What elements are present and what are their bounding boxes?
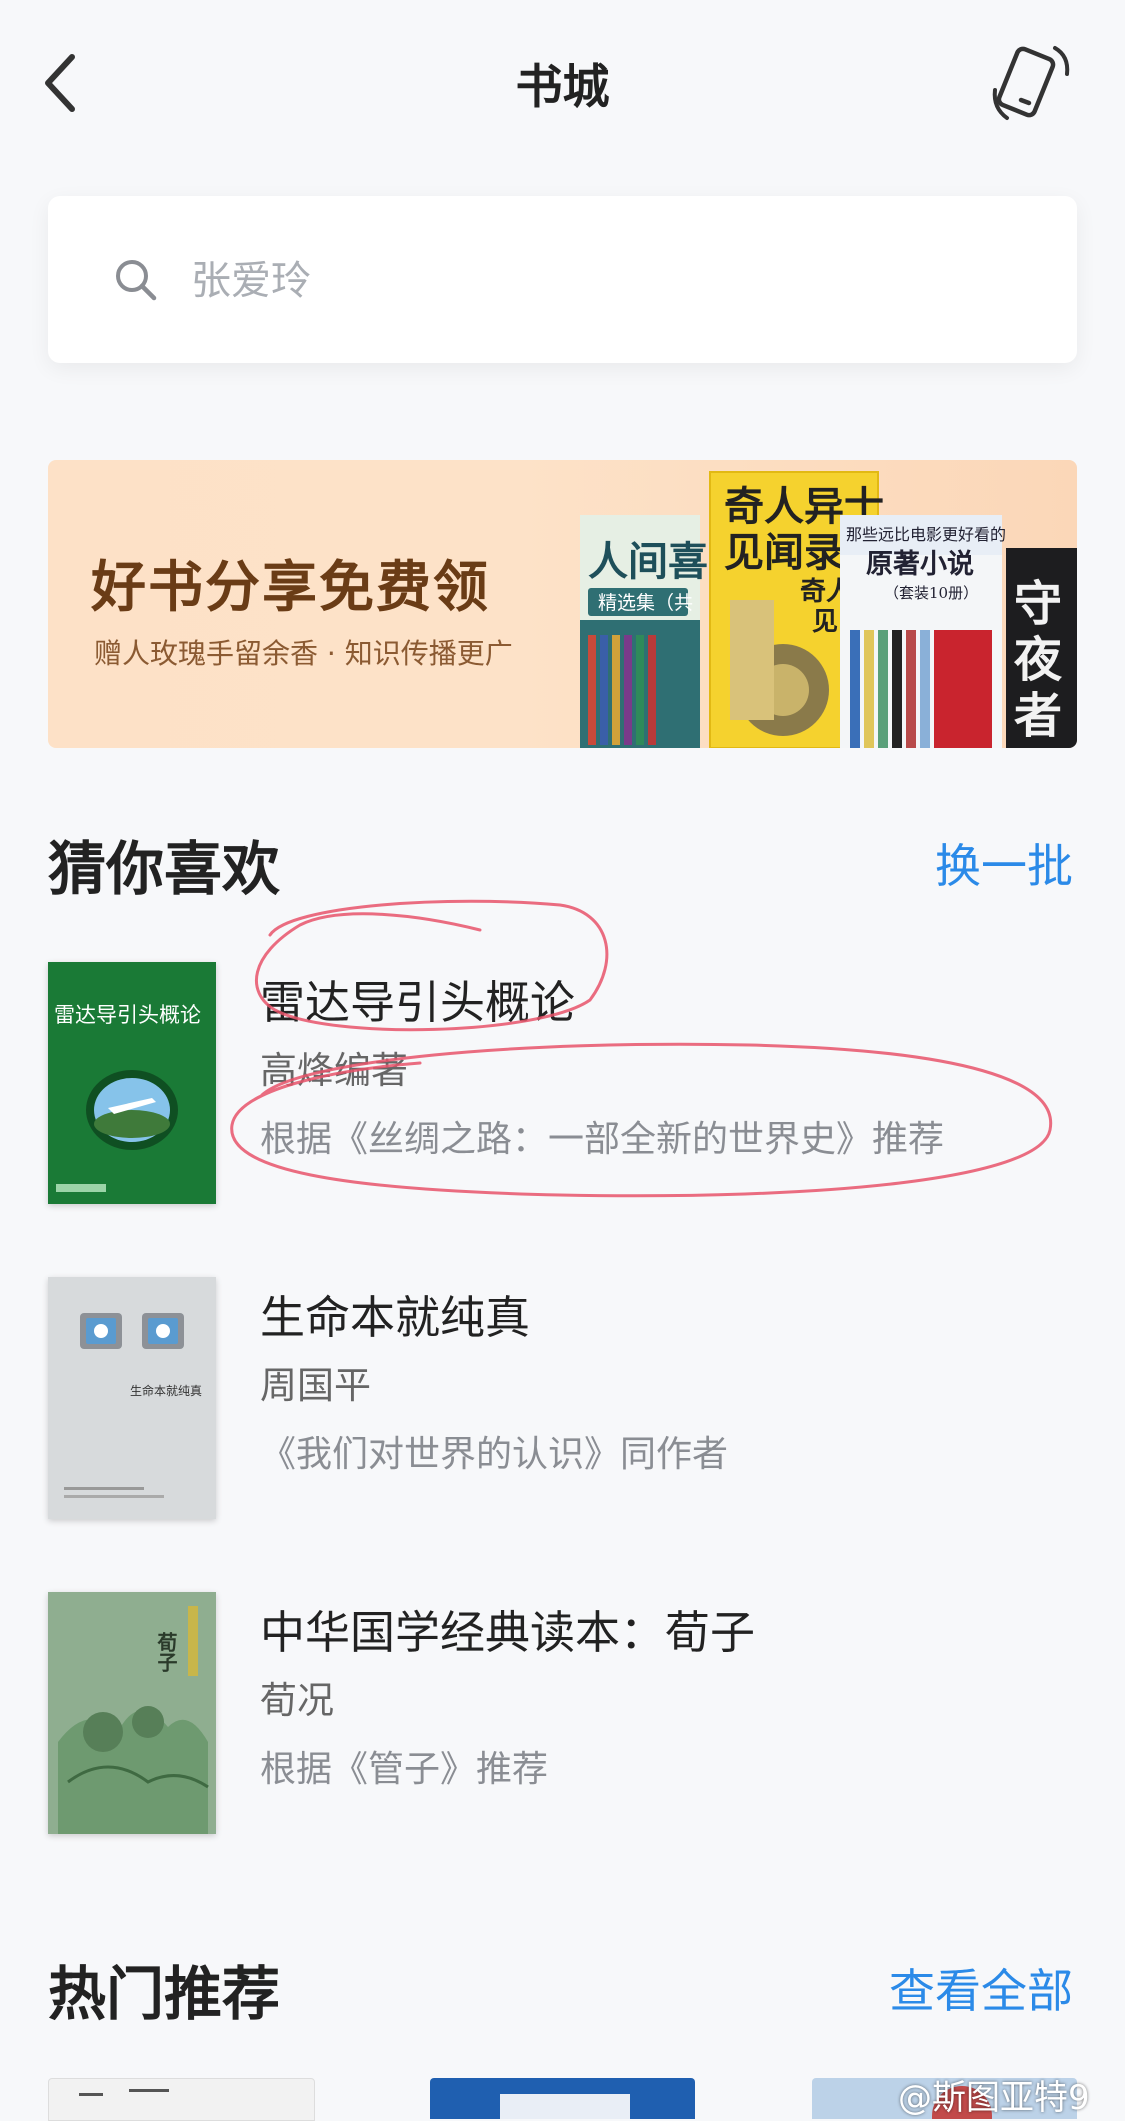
book-reason: 根据《管子》推荐 xyxy=(260,1749,549,1790)
banner-subtitle: 赠人玫瑰手留余香 · 知识传播更广 xyxy=(94,637,513,670)
book-title: 中华国学经典读本：荀子 xyxy=(260,1606,756,1659)
banner-books-image: 人间喜 精选集（共 奇人异士 见闻录 奇人 见 那些远比电影更好看的 原著小说 … xyxy=(580,471,1077,748)
promo-banner[interactable]: 好书分享免费领 赠人玫瑰手留余香 · 知识传播更广 人间喜 精选集（共 奇人异士… xyxy=(48,460,1077,748)
banner-book-text: 人间喜 xyxy=(588,538,708,585)
hot-book-cover[interactable] xyxy=(430,2078,695,2119)
phone-rotate-icon xyxy=(992,46,1070,120)
banner-book-text: 那些远比电影更好看的 xyxy=(846,525,1006,544)
book-item[interactable]: 生命本就纯真 生命本就纯真 周国平 《我们对世界的认识》同作者 xyxy=(48,1277,1078,1522)
banner-book-text: （套装10册） xyxy=(884,584,978,602)
phone-rotate-button[interactable] xyxy=(985,38,1075,128)
banner-book-text: 精选集（共 xyxy=(598,592,693,614)
book-cover: 雷达导引头概论 xyxy=(48,962,216,1204)
book-author: 周国平 xyxy=(260,1364,371,1407)
book-reason: 《我们对世界的认识》同作者 xyxy=(260,1434,729,1475)
banner-book-text: 原著小说 xyxy=(866,549,974,580)
book-item[interactable]: 雷达导引头概论 雷达导引头概论 高烽编著 根据《丝绸之路：一部全新的世界史》推荐 xyxy=(48,962,1078,1207)
search-placeholder: 张爱玲 xyxy=(191,258,311,304)
book-cover: 生命本就纯真 xyxy=(48,1277,216,1519)
banner-book-text: 守 xyxy=(1014,576,1062,632)
book-cover: 荀子 xyxy=(48,1592,216,1834)
hot-section-title: 热门推荐 xyxy=(48,1960,281,2028)
watermark: @斯图亚特9 xyxy=(898,2078,1090,2118)
search-bar[interactable]: 张爱玲 xyxy=(48,196,1077,363)
book-title: 雷达导引头概论 xyxy=(260,976,576,1029)
banner-book-text: 见闻录 xyxy=(724,529,844,576)
view-all-link[interactable]: 查看全部 xyxy=(889,1955,1073,2021)
banner-book-text: 夜 xyxy=(1013,632,1063,688)
nav-bar: 书城 xyxy=(0,0,1125,165)
book-author: 高烽编著 xyxy=(260,1049,408,1092)
cover-title: 荀子 xyxy=(154,1631,178,1672)
book-item[interactable]: 荀子 中华国学经典读本：荀子 荀况 根据《管子》推荐 xyxy=(48,1592,1078,1837)
banner-book-text: 者 xyxy=(1014,688,1062,744)
recommend-section-title: 猜你喜欢 xyxy=(48,835,281,903)
book-author: 荀况 xyxy=(260,1679,334,1722)
banner-title: 好书分享免费领 xyxy=(91,554,491,619)
cover-title: 雷达导引头概论 xyxy=(54,1003,201,1027)
refresh-batch-link[interactable]: 换一批 xyxy=(935,830,1073,896)
cover-title: 生命本就纯真 xyxy=(130,1383,202,1398)
search-icon xyxy=(116,260,157,301)
book-reason: 根据《丝绸之路：一部全新的世界史》推荐 xyxy=(260,1119,945,1160)
banner-book-text: 见 xyxy=(812,607,838,637)
book-title: 生命本就纯真 xyxy=(260,1291,531,1344)
page-title: 书城 xyxy=(515,60,610,115)
hot-book-cover[interactable] xyxy=(48,2078,315,2121)
